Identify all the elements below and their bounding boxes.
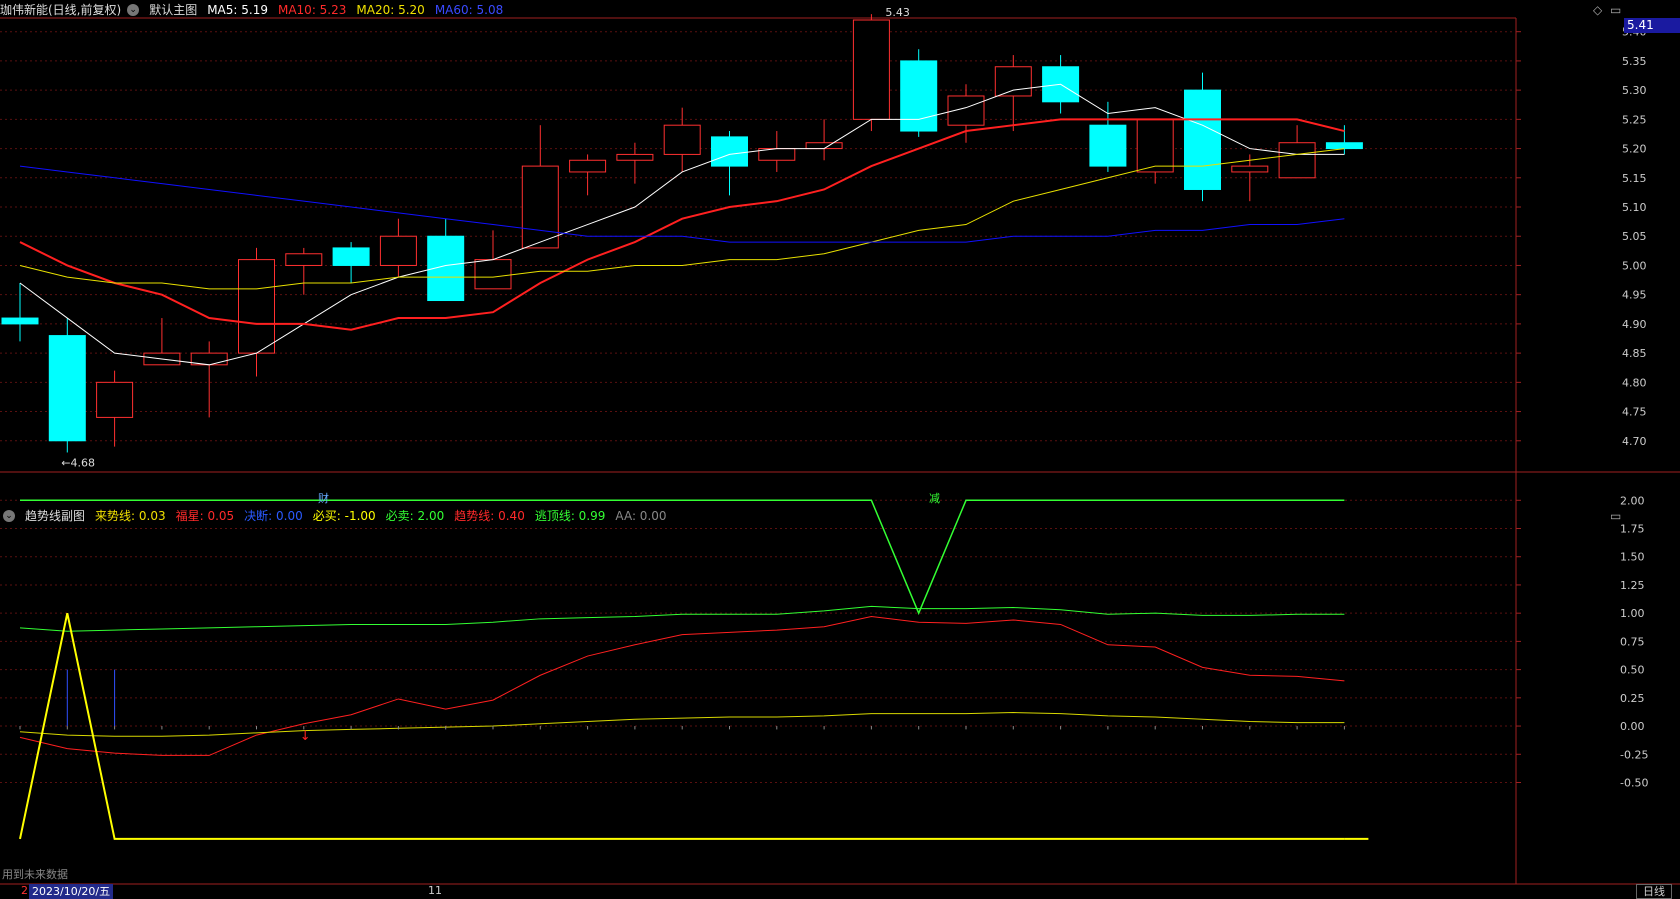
current-date: 2023/10/20/五 (29, 884, 114, 899)
price-tick-label: 4.95 (1622, 289, 1647, 302)
indicator-line (19, 605, 1345, 632)
indicator-tick-label: 1.75 (1620, 523, 1645, 536)
sub-title[interactable]: 趋势线副图 (25, 507, 85, 525)
candle-body (1136, 118, 1174, 173)
ma60-label: MA60: 5.08 (434, 3, 504, 17)
candle-body (379, 235, 417, 266)
candle-body (48, 335, 86, 442)
candle-body (521, 165, 559, 249)
sub-maximize-icon[interactable]: ▭ (1610, 509, 1621, 523)
sub-indicator-label: 趋势线: 0.40 (454, 509, 525, 523)
maximize-icon[interactable]: ▭ (1610, 3, 1621, 17)
indicator-tick-label: 0.50 (1620, 664, 1645, 677)
indicator-tick-label: 1.50 (1620, 551, 1645, 564)
event-marker-finance[interactable]: 财 (318, 490, 329, 506)
candle-body (1325, 142, 1363, 150)
indicator-tick-label: 2.00 (1620, 494, 1645, 507)
sub-dropdown-icon[interactable]: ⌄ (3, 510, 15, 522)
left-marker: 2 (21, 884, 28, 897)
price-tick-label: 4.75 (1622, 406, 1647, 419)
indicator-line (19, 712, 1345, 737)
indicator-tick-label: -0.50 (1620, 776, 1648, 789)
ma5-label: MA5: 5.19 (207, 3, 268, 17)
candle-body (96, 381, 134, 418)
candle-body (1184, 89, 1221, 190)
candle-body (238, 259, 275, 354)
price-tick-label: 4.90 (1622, 318, 1647, 331)
price-tick-label: 5.15 (1622, 172, 1647, 185)
candle-body (805, 142, 843, 150)
sub-header: ⌄ 趋势线副图 来势线: 0.03 福星: 0.05 决断: 0.00 必买: -1.… (0, 507, 687, 525)
indicator-tick-label: -0.25 (1620, 748, 1648, 761)
ma10-label: MA10: 5.23 (277, 3, 347, 17)
high-price-marker: 5.43 (885, 6, 910, 19)
candle-body (663, 124, 701, 155)
price-tick-label: 5.20 (1622, 143, 1647, 156)
price-tick-label: 5.10 (1622, 201, 1647, 214)
price-tick-label: 5.30 (1622, 84, 1647, 97)
candle-body (900, 60, 938, 132)
price-tick-label: 4.85 (1622, 347, 1647, 360)
period-tab-daily[interactable]: 日线 (1636, 884, 1672, 899)
candle-body (1278, 142, 1316, 179)
sub-indicator-label: 必买: -1.00 (312, 509, 376, 523)
event-marker-reduce[interactable]: 减 (929, 490, 940, 506)
candle-body (1231, 165, 1269, 173)
price-tick-label: 4.80 (1622, 376, 1647, 389)
main-header: 珈伟新能(日线,前复权) ⌄ 默认主图 MA5: 5.19 MA10: 5.23… (0, 1, 513, 19)
indicator-tick-label: 0.25 (1620, 692, 1645, 705)
candle-body (994, 66, 1032, 97)
candle-body (1, 317, 39, 325)
template-name[interactable]: 默认主图 (149, 1, 197, 19)
indicator-tick-label: 0.75 (1620, 635, 1645, 648)
sub-indicator-label: AA: 0.00 (615, 509, 667, 523)
sub-indicator-label: 福星: 0.05 (175, 509, 235, 523)
ma20-label: MA20: 5.20 (356, 3, 425, 17)
template-dropdown-icon[interactable]: ⌄ (127, 4, 140, 16)
last-price-badge: 5.41 (1624, 18, 1680, 33)
price-tick-label: 5.25 (1622, 113, 1647, 126)
indicator-tick-label: 1.00 (1620, 607, 1645, 620)
sub-indicator-label: 必卖: 2.00 (385, 509, 445, 523)
low-price-marker: ←4.68 (61, 456, 95, 469)
down-arrow-icon: ↓ (300, 729, 311, 744)
candle-body (569, 159, 607, 173)
indicator-tick-label: 0.00 (1620, 720, 1645, 733)
diamond-icon[interactable]: ◇ (1593, 3, 1602, 17)
chart-canvas: 5.405.355.305.255.205.155.105.055.004.95… (0, 6, 1680, 885)
price-tick-label: 5.05 (1622, 230, 1647, 243)
candle-body (332, 247, 370, 266)
sub-indicator-label: 决断: 0.00 (244, 509, 303, 523)
price-tick-label: 5.00 (1622, 259, 1647, 272)
candle-body (1089, 124, 1127, 167)
indicator-tick-label: 1.25 (1620, 579, 1645, 592)
sub-indicator-label: 逃顶线: 0.99 (534, 509, 606, 523)
candle-body (852, 19, 890, 120)
candle-body (711, 136, 748, 167)
price-tick-label: 5.35 (1622, 55, 1647, 68)
candle-body (616, 153, 654, 161)
candle-body (474, 259, 512, 290)
stock-title: 珈伟新能(日线,前复权) (0, 3, 122, 17)
sub-indicator-label: 来势线: 0.03 (95, 509, 166, 523)
month-marker: 11 (428, 884, 442, 897)
future-data-note: 用到未来数据 (2, 868, 68, 881)
candle-body (285, 253, 323, 266)
time-axis: 2 2023/10/20/五 11 日线 (0, 884, 1680, 899)
price-tick-label: 4.70 (1622, 435, 1647, 448)
